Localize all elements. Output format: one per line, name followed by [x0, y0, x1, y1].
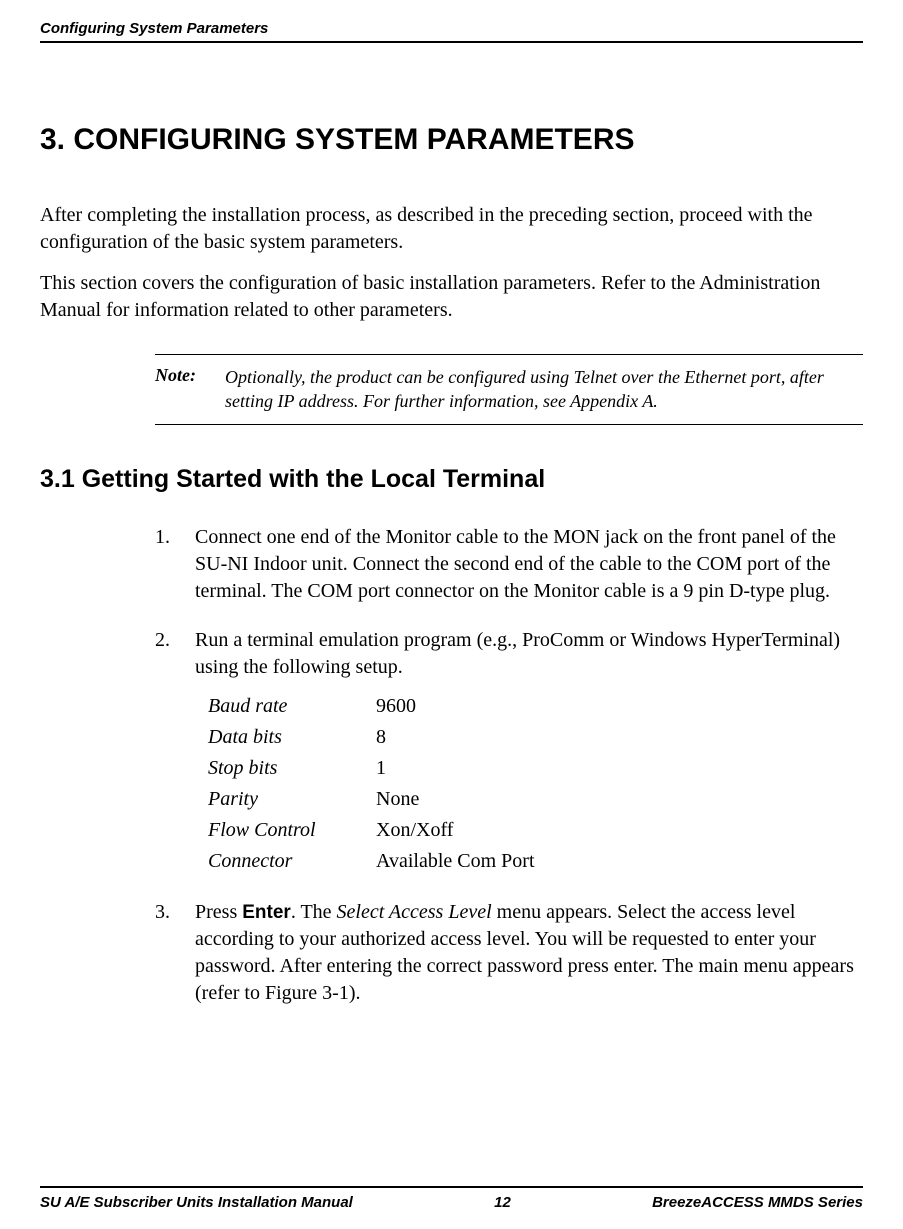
- data-bits-value: 8: [376, 722, 553, 753]
- table-row: Stop bits 1: [208, 753, 553, 784]
- parity-label: Parity: [208, 784, 376, 815]
- table-row: Connector Available Com Port: [208, 846, 553, 877]
- note-text: Optionally, the product can be configure…: [225, 365, 863, 414]
- note-block: Note: Optionally, the product can be con…: [155, 354, 863, 425]
- footer-right: BreezeACCESS MMDS Series: [652, 1194, 863, 1211]
- note-label: Note:: [155, 365, 225, 414]
- step-3-enter: Enter: [242, 902, 291, 923]
- page-footer: SU A/E Subscriber Units Installation Man…: [40, 1186, 863, 1211]
- steps-list: Connect one end of the Monitor cable to …: [155, 524, 863, 1007]
- stop-bits-label: Stop bits: [208, 753, 376, 784]
- chapter-title: 3. CONFIGURING SYSTEM PARAMETERS: [40, 123, 863, 157]
- connector-label: Connector: [208, 846, 376, 877]
- terminal-params-table: Baud rate 9600 Data bits 8 Stop bits 1 P…: [208, 691, 553, 877]
- table-row: Flow Control Xon/Xoff: [208, 815, 553, 846]
- baud-rate-label: Baud rate: [208, 691, 376, 722]
- intro-paragraph-1: After completing the installation proces…: [40, 202, 863, 256]
- connector-value: Available Com Port: [376, 846, 553, 877]
- section-heading: 3.1 Getting Started with the Local Termi…: [40, 465, 863, 494]
- step-2-text: Run a terminal emulation program (e.g., …: [195, 629, 840, 678]
- step-3-mid: . The: [291, 901, 337, 923]
- step-3-menu-name: Select Access Level: [337, 901, 492, 923]
- data-bits-label: Data bits: [208, 722, 376, 753]
- step-2: Run a terminal emulation program (e.g., …: [155, 627, 863, 877]
- intro-paragraph-2: This section covers the configuration of…: [40, 270, 863, 324]
- running-header: Configuring System Parameters: [40, 20, 863, 43]
- baud-rate-value: 9600: [376, 691, 553, 722]
- footer-left: SU A/E Subscriber Units Installation Man…: [40, 1194, 353, 1211]
- step-3: Press Enter. The Select Access Level men…: [155, 899, 863, 1007]
- footer-page-number: 12: [494, 1194, 511, 1211]
- parity-value: None: [376, 784, 553, 815]
- step-3-pre: Press: [195, 901, 242, 923]
- table-row: Baud rate 9600: [208, 691, 553, 722]
- flow-control-value: Xon/Xoff: [376, 815, 553, 846]
- step-1: Connect one end of the Monitor cable to …: [155, 524, 863, 605]
- table-row: Data bits 8: [208, 722, 553, 753]
- page: Configuring System Parameters 3. CONFIGU…: [0, 0, 903, 1229]
- flow-control-label: Flow Control: [208, 815, 376, 846]
- table-row: Parity None: [208, 784, 553, 815]
- stop-bits-value: 1: [376, 753, 553, 784]
